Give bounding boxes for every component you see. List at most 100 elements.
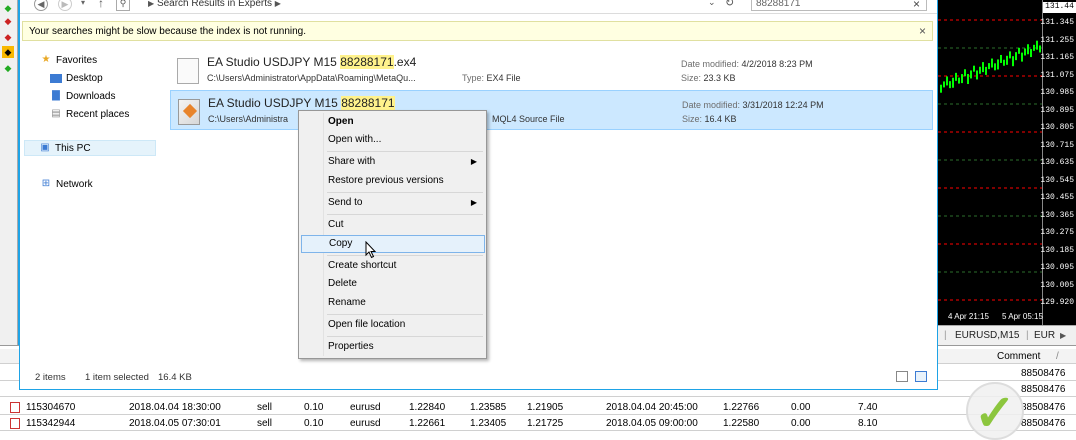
star-icon: ★	[41, 54, 51, 65]
breadcrumb[interactable]: ▶ Search Results in Experts ▶	[148, 0, 281, 9]
nav-item-downloads[interactable]: ▇ Downloads	[50, 88, 115, 104]
diamond-icon[interactable]: ◆	[2, 62, 14, 74]
menu-item-rename[interactable]: Rename	[301, 294, 485, 312]
type-cell: sell	[257, 418, 273, 429]
search-value: 88288171	[756, 0, 801, 9]
candle	[943, 81, 945, 88]
file-row-mq4[interactable]: EA Studio USDJPY M15 88288171 C:\Users\A…	[170, 90, 933, 130]
nav-item-recent-places[interactable]: ▤ Recent places	[50, 106, 129, 122]
file-icon	[177, 58, 199, 84]
time-label-2: 5 Apr 05:15	[1002, 312, 1043, 321]
desktop-icon	[50, 73, 62, 83]
tab-eurusd-m15[interactable]: EURUSD,M15	[955, 330, 1019, 341]
candle	[967, 74, 969, 85]
menu-item-open-with[interactable]: Open with...	[301, 131, 485, 149]
menu-separator	[327, 255, 483, 256]
details-view-icon[interactable]	[896, 371, 908, 382]
nav-item-favorites[interactable]: ★ Favorites	[40, 52, 98, 68]
breadcrumb-search-results[interactable]: Search Results in Experts	[157, 0, 272, 9]
index-warning-bar[interactable]: Your searches might be slow because the …	[22, 21, 933, 41]
diamond-icon[interactable]: ◆	[2, 46, 14, 58]
menu-item-properties[interactable]: Properties	[301, 338, 485, 356]
tab-scroll-arrow-icon[interactable]: ▶	[1060, 331, 1066, 340]
submenu-arrow-icon: ▶	[470, 157, 477, 166]
search-input[interactable]: 88288171 ×	[751, 0, 927, 11]
diamond-icon[interactable]: ◆	[2, 2, 14, 14]
nav-item-this-pc[interactable]: ▣ This PC	[24, 140, 156, 156]
nav-item-desktop[interactable]: Desktop	[50, 70, 103, 86]
address-bar: ◀ ▶ ▾ ↑ ⚲ ▶ Search Results in Experts ▶ …	[20, 0, 937, 14]
order-icon	[10, 418, 20, 429]
candle	[1033, 44, 1035, 51]
menu-separator	[327, 192, 483, 193]
tab-separator: |	[1026, 330, 1029, 341]
commission-cell: 0.00	[791, 402, 811, 413]
sl-cell: 1.23405	[470, 418, 507, 429]
file-path: C:\Users\Administrator\AppData\Roaming\M…	[207, 73, 416, 83]
candle	[1015, 52, 1017, 61]
tiles-view-icon[interactable]	[915, 371, 927, 382]
file-name: EA Studio USDJPY M15 88288171	[208, 96, 395, 110]
menu-item-send-to[interactable]: Send to ▶	[301, 194, 485, 212]
file-name: EA Studio USDJPY M15 88288171.ex4	[207, 55, 417, 69]
checkmark-logo-icon: ✓	[966, 382, 1024, 440]
diamond-icon[interactable]: ◆	[2, 15, 14, 27]
menu-item-cut[interactable]: Cut	[301, 216, 485, 234]
nav-label: Downloads	[66, 90, 116, 102]
candle	[994, 63, 996, 71]
menu-item-copy[interactable]: Copy	[301, 235, 485, 253]
clear-search-icon[interactable]: ×	[913, 0, 920, 11]
candle	[1021, 52, 1023, 62]
chevron-down-icon[interactable]: ⌄	[708, 0, 716, 8]
close-price-cell: 1.22766	[723, 402, 760, 413]
time-label-1: 4 Apr 21:15	[948, 312, 989, 321]
arrow-up-icon[interactable]: ↑	[98, 0, 104, 10]
context-menu: Open Open with... Share with ▶ Restore p…	[298, 110, 487, 359]
symbol-cell: eurusd	[350, 402, 381, 413]
refresh-icon[interactable]: ↻	[725, 0, 734, 9]
menu-item-restore-versions[interactable]: Restore previous versions	[301, 172, 485, 190]
computer-icon: ▣	[40, 142, 50, 153]
tp-cell: 1.21905	[527, 402, 564, 413]
menu-item-open[interactable]: Open	[301, 113, 485, 131]
nav-label: Favorites	[56, 54, 98, 66]
chart-price-axis: 131.345 131.255 131.165 131.075 130.985 130.8…	[1040, 0, 1076, 325]
diamond-icon[interactable]: ◆	[2, 31, 14, 43]
open-price-cell: 1.22661	[409, 418, 446, 429]
candle	[940, 84, 942, 93]
table-row[interactable]: 115342944 2018.04.05 07:30:01 sell 0.10 …	[0, 416, 1076, 431]
candle	[1003, 59, 1005, 66]
nav-item-network[interactable]: ⊞ Network	[40, 176, 93, 192]
open-price-cell: 1.22840	[409, 402, 446, 413]
nav-label: This PC	[55, 142, 91, 154]
price-tick-label: 131.345	[1040, 18, 1074, 27]
menu-item-share-with[interactable]: Share with ▶	[301, 153, 485, 171]
chevron-down-icon[interactable]: ▾	[81, 0, 85, 7]
close-icon[interactable]: ×	[919, 24, 926, 38]
profit-cell: 8.10	[858, 418, 878, 429]
tab-eur[interactable]: EUR	[1034, 330, 1055, 341]
arrow-right-icon[interactable]: ▶	[58, 0, 72, 11]
table-row[interactable]: 115304670 2018.04.04 18:30:00 sell 0.10 …	[0, 400, 1076, 415]
close-price-cell: 1.22580	[723, 418, 760, 429]
items-count: 2 items	[35, 372, 66, 383]
file-row-ex4[interactable]: EA Studio USDJPY M15 88288171.ex4 C:\Use…	[170, 50, 933, 90]
ticket-cell: 115304670	[26, 402, 76, 413]
arrow-left-icon[interactable]: ◀	[34, 0, 48, 11]
open-time-cell: 2018.04.05 07:30:01	[129, 418, 221, 429]
file-size: Size: 23.3 KB	[681, 73, 736, 83]
menu-item-open-file-location[interactable]: Open file location	[301, 316, 485, 334]
comment-header[interactable]: Comment	[997, 351, 1040, 362]
size-cell: 0.10	[304, 418, 324, 429]
price-tick-label: 129.920	[1040, 298, 1074, 307]
menu-item-delete[interactable]: Delete	[301, 275, 485, 293]
candle	[964, 69, 966, 77]
submenu-arrow-icon: ▶	[470, 198, 477, 207]
mql4-file-icon	[178, 99, 200, 125]
candle	[970, 70, 972, 79]
price-tick-label: 130.805	[1040, 123, 1074, 132]
candle	[955, 72, 957, 81]
menu-item-create-shortcut[interactable]: Create shortcut	[301, 257, 485, 275]
file-date: Date modified: 3/31/2018 12:24 PM	[682, 100, 824, 110]
candle	[946, 76, 948, 86]
